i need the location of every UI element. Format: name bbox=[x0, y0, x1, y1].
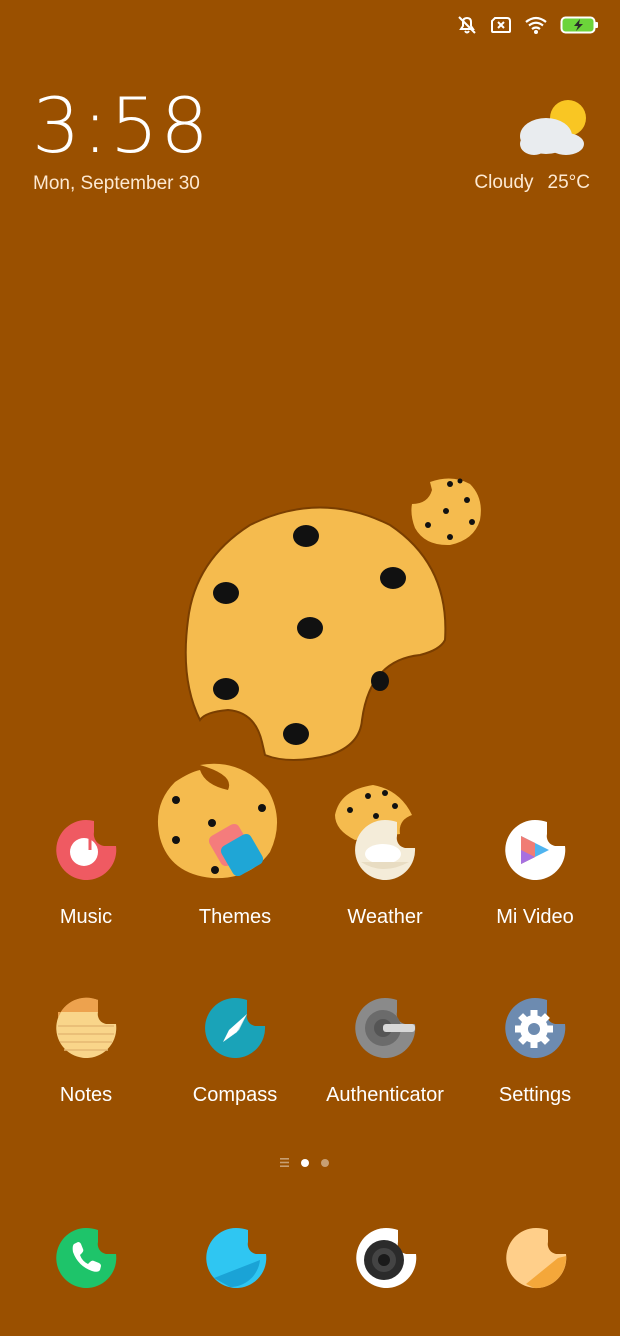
weather-widget[interactable]: Cloudy 25°C bbox=[474, 172, 590, 194]
home-menu-icon[interactable] bbox=[280, 1158, 289, 1167]
app-themes[interactable]: Themes bbox=[160, 818, 310, 929]
battery-charging-icon bbox=[560, 16, 598, 34]
page-indicator[interactable] bbox=[280, 1158, 329, 1167]
no-sim-icon bbox=[491, 17, 511, 33]
app-label: Authenticator bbox=[326, 1084, 444, 1106]
app-settings[interactable]: Settings bbox=[460, 996, 610, 1107]
weather-condition: Cloudy bbox=[474, 172, 534, 193]
messages-icon[interactable] bbox=[204, 1226, 268, 1290]
app-label: Notes bbox=[59, 1084, 113, 1106]
authenticator-icon bbox=[355, 998, 416, 1058]
music-icon bbox=[56, 820, 117, 880]
weather-icon bbox=[355, 820, 416, 880]
app-weather[interactable]: Weather bbox=[310, 818, 460, 929]
status-bar bbox=[456, 14, 600, 36]
app-label: Weather bbox=[347, 906, 423, 928]
camera-icon[interactable] bbox=[354, 1226, 418, 1290]
app-label: Mi Video bbox=[496, 906, 574, 928]
compass-icon bbox=[205, 998, 266, 1058]
mi-video-icon bbox=[505, 820, 566, 880]
app-mi-video[interactable]: Mi Video bbox=[460, 818, 610, 929]
app-authenticator[interactable]: Authenticator bbox=[310, 996, 460, 1107]
app-label: Themes bbox=[198, 906, 272, 928]
phone-icon[interactable] bbox=[54, 1226, 118, 1290]
browser-icon[interactable] bbox=[504, 1226, 568, 1290]
home-screen: 3:58 Mon, September 30 Cloudy 25°C Music… bbox=[0, 0, 620, 1336]
notes-icon bbox=[56, 997, 117, 1058]
clock-time[interactable]: 3:58 bbox=[32, 88, 211, 164]
clock-date[interactable]: Mon, September 30 bbox=[33, 173, 200, 195]
app-music[interactable]: Music bbox=[11, 818, 161, 929]
large-cookie bbox=[184, 506, 447, 761]
app-label: Settings bbox=[498, 1084, 572, 1106]
app-label: Compass bbox=[192, 1084, 278, 1106]
themes-icon bbox=[208, 823, 264, 877]
muted-notifications-icon bbox=[458, 16, 476, 34]
wifi-icon bbox=[525, 16, 547, 34]
settings-icon bbox=[505, 998, 566, 1058]
page-dot-active[interactable] bbox=[301, 1158, 309, 1167]
page-dot[interactable] bbox=[321, 1158, 329, 1167]
small-cookie bbox=[411, 478, 481, 546]
app-label: Music bbox=[59, 906, 113, 928]
cookie-wallpaper bbox=[157, 478, 481, 879]
app-compass[interactable]: Compass bbox=[160, 996, 310, 1107]
partly-cloudy-icon[interactable] bbox=[516, 98, 590, 160]
weather-temperature: 25°C bbox=[547, 172, 590, 193]
app-notes[interactable]: Notes bbox=[11, 996, 161, 1107]
